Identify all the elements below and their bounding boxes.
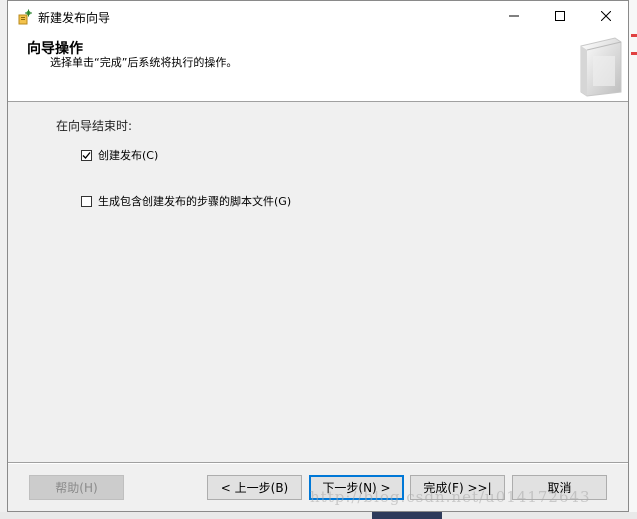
wizard-header: 向导操作 选择单击“完成”后系统将执行的操作。 (8, 32, 628, 102)
section-label: 在向导结束时: (56, 119, 133, 133)
cancel-button[interactable]: 取消 (512, 475, 607, 500)
footer-divider-highlight (8, 463, 628, 464)
maximize-button[interactable] (537, 1, 583, 32)
generate-script-label: 生成包含创建发布的步骤的脚本文件(G) (98, 195, 292, 208)
minimize-icon (509, 10, 519, 24)
finish-button[interactable]: 完成(F) >>| (410, 475, 505, 500)
page-subtitle: 选择单击“完成”后系统将执行的操作。 (50, 56, 238, 69)
background-taskbar-strip (0, 512, 637, 519)
window-title: 新建发布向导 (38, 11, 111, 25)
background-accent-mark (631, 34, 637, 37)
create-publication-checkbox[interactable] (81, 149, 92, 161)
background-dark-strip (372, 512, 442, 519)
minimize-button[interactable] (491, 1, 537, 32)
back-button[interactable]: < 上一步(B) (207, 475, 302, 500)
wizard-app-icon (17, 9, 33, 25)
wizard-book-icon (571, 36, 627, 98)
create-publication-label: 创建发布(C) (98, 149, 159, 162)
close-icon (600, 10, 612, 24)
option-create-publication[interactable]: 创建发布(C) (81, 147, 158, 163)
option-generate-script[interactable]: 生成包含创建发布的步骤的脚本文件(G) (81, 193, 291, 209)
generate-script-checkbox[interactable] (81, 195, 92, 207)
next-button[interactable]: 下一步(N) > (309, 475, 404, 500)
background-window-right (629, 0, 637, 519)
wizard-dialog: 新建发布向导 向导操作 选择单击“完成”后系统将执行的操作。 在向导结束时: 创… (7, 0, 629, 512)
background-accent-mark (631, 52, 637, 55)
title-bar[interactable]: 新建发布向导 (8, 1, 628, 32)
maximize-icon (555, 10, 565, 24)
help-button[interactable]: 帮助(H) (29, 475, 124, 500)
close-button[interactable] (583, 1, 629, 32)
